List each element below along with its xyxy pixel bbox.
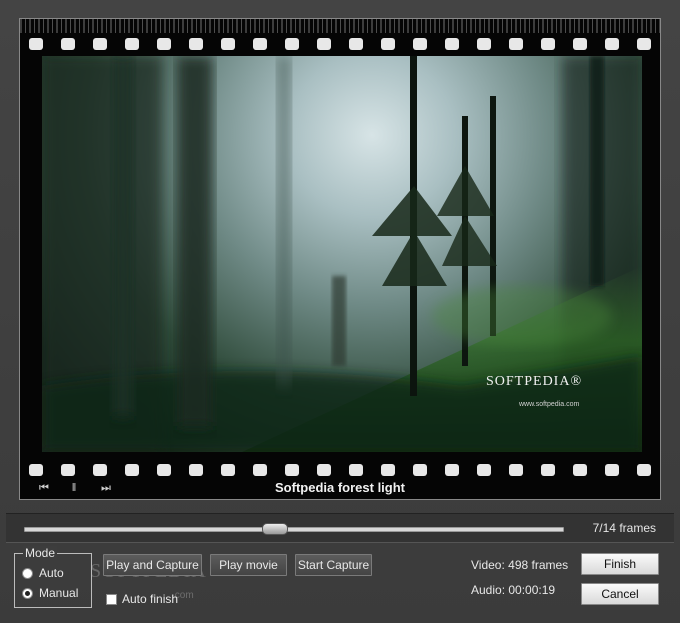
video-preview-frame: SOFTPEDIA® www.softpedia.com <box>42 56 642 452</box>
auto-finish-label: Auto finish <box>122 592 179 606</box>
timeline-slider-thumb[interactable] <box>262 523 288 535</box>
film-perforations-bottom <box>20 461 660 479</box>
forest-scene-image <box>42 56 642 452</box>
movie-capture-window: SOFTPEDIA® www.softpedia.com ⏮ ‖ ⏭ Softp… <box>0 0 680 623</box>
audio-duration-info: Audio: 00:00:19 <box>471 583 556 597</box>
movie-title: Softpedia forest light <box>275 480 405 495</box>
cancel-button[interactable]: Cancel <box>581 583 659 605</box>
image-watermark-url: www.softpedia.com <box>519 401 580 408</box>
play-movie-button[interactable]: Play movie <box>210 554 287 576</box>
play-and-capture-button[interactable]: Play and Capture <box>103 554 202 576</box>
film-strip: SOFTPEDIA® www.softpedia.com ⏮ ‖ ⏭ Softp… <box>19 18 661 500</box>
video-frames-info: Video: 498 frames <box>471 558 569 572</box>
capture-panel: SOFTPEDIA .com Mode Auto Manual Play and… <box>0 542 680 623</box>
mode-option-label: Manual <box>39 586 79 600</box>
radio-manual[interactable] <box>22 587 33 599</box>
mode-group: Mode Auto Manual <box>14 546 92 608</box>
mode-option-label: Auto <box>39 566 64 580</box>
radio-auto[interactable] <box>22 567 33 579</box>
start-capture-button[interactable]: Start Capture <box>295 554 372 576</box>
timeline-track[interactable] <box>24 527 564 532</box>
mode-option-auto[interactable]: Auto <box>22 566 64 580</box>
finish-button[interactable]: Finish <box>581 553 659 575</box>
frame-counter: 7/14 frames <box>592 521 656 535</box>
mode-option-manual[interactable]: Manual <box>22 586 78 600</box>
image-watermark: SOFTPEDIA® <box>486 374 583 389</box>
playback-controls: ⏮ ‖ ⏭ Softpedia forest light <box>20 479 660 499</box>
film-edge-barcode <box>20 19 660 33</box>
film-perforations-top <box>20 35 660 53</box>
frame-timeline: 7/14 frames <box>6 513 674 543</box>
mode-legend: Mode <box>23 546 58 560</box>
auto-finish-checkbox[interactable] <box>106 593 117 605</box>
auto-finish-option[interactable]: Auto finish <box>106 592 178 606</box>
